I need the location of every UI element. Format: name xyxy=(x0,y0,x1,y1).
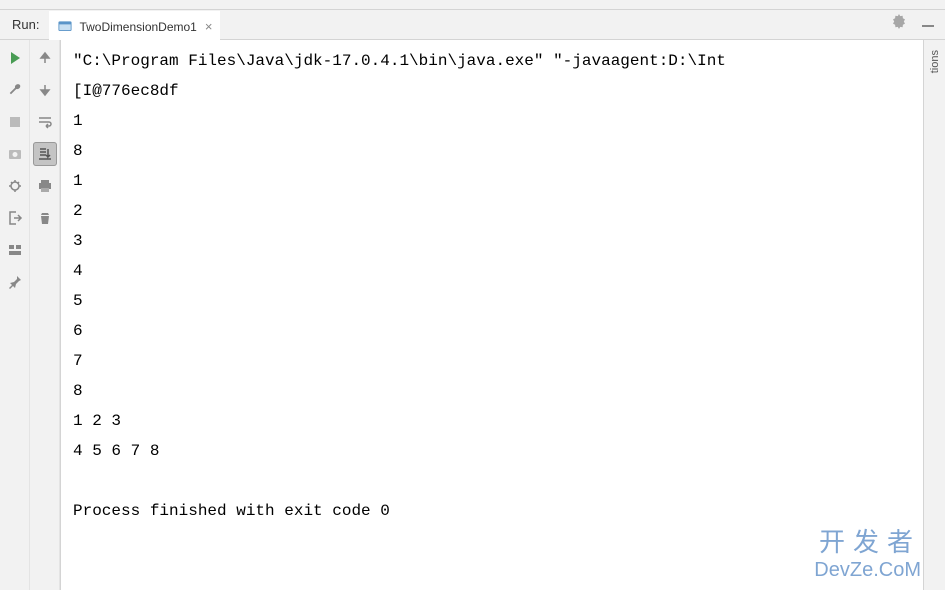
console-toolbar xyxy=(30,40,60,590)
camera-button[interactable] xyxy=(3,142,27,166)
run-config-icon xyxy=(57,19,73,35)
wrench-button[interactable] xyxy=(3,78,27,102)
right-panel-label: tions xyxy=(929,50,941,73)
minimize-icon[interactable] xyxy=(921,15,935,34)
left-toolbar xyxy=(0,40,30,590)
soft-wrap-button[interactable] xyxy=(33,110,57,134)
scroll-up-button[interactable] xyxy=(33,46,57,70)
delete-button[interactable] xyxy=(33,206,57,230)
rerun-button[interactable] xyxy=(3,46,27,70)
stop-button[interactable] xyxy=(3,110,27,134)
print-button[interactable] xyxy=(33,174,57,198)
right-panel[interactable]: tions xyxy=(923,40,945,590)
gear-icon[interactable] xyxy=(891,14,907,35)
close-icon[interactable]: × xyxy=(205,19,213,34)
scroll-to-end-button[interactable] xyxy=(33,142,57,166)
run-label: Run: xyxy=(0,17,49,32)
debug-button[interactable] xyxy=(3,174,27,198)
exit-button[interactable] xyxy=(3,206,27,230)
layout-button[interactable] xyxy=(3,238,27,262)
console-output[interactable]: "C:\Program Files\Java\jdk-17.0.4.1\bin\… xyxy=(60,40,923,590)
run-tab[interactable]: TwoDimensionDemo1 × xyxy=(49,11,220,40)
scroll-down-button[interactable] xyxy=(33,78,57,102)
tab-label: TwoDimensionDemo1 xyxy=(79,20,196,34)
pin-button[interactable] xyxy=(3,270,27,294)
run-tool-header: Run: TwoDimensionDemo1 × xyxy=(0,10,945,40)
